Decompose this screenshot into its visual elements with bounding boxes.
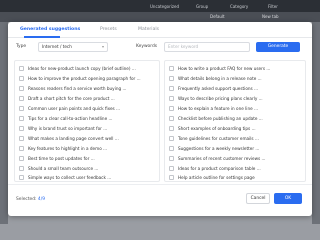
- type-select[interactable]: Internet / tech ▾: [38, 42, 108, 52]
- selected-label: Selected: [16, 197, 36, 202]
- checkbox[interactable]: [19, 106, 24, 111]
- cancel-button[interactable]: Cancel: [246, 193, 270, 204]
- checkbox[interactable]: [19, 126, 24, 131]
- checkbox[interactable]: [169, 166, 174, 171]
- checkbox[interactable]: [19, 136, 24, 141]
- strip-tab[interactable]: Default: [210, 14, 225, 20]
- checkbox[interactable]: [169, 106, 174, 111]
- chevron-down-icon: ▾: [101, 44, 104, 49]
- tab-materials[interactable]: Materials: [138, 22, 159, 38]
- checkbox[interactable]: [169, 175, 174, 180]
- tab-presets[interactable]: Presets: [100, 22, 117, 38]
- modal-tabs: Generated suggestions Presets Materials: [8, 22, 312, 38]
- checkbox[interactable]: [169, 86, 174, 91]
- app-topbar: Uncategorized Group Category Filter: [0, 0, 320, 12]
- top-tab[interactable]: Group: [196, 3, 208, 10]
- checkbox[interactable]: [19, 66, 24, 71]
- selection-count: Selected: 4/9: [16, 197, 45, 202]
- suggestion-list-right: How to write a product FAQ for new users…: [164, 60, 306, 182]
- suggestion-modal: Generated suggestions Presets Materials …: [8, 22, 312, 216]
- checkbox[interactable]: [19, 166, 24, 171]
- strip-tab[interactable]: New tab: [262, 14, 279, 20]
- checkbox[interactable]: [169, 96, 174, 101]
- keyword-placeholder: Enter keyword: [168, 44, 199, 49]
- checkbox[interactable]: [19, 86, 24, 91]
- keyword-label: Keywords: [136, 44, 158, 49]
- generator-form: Type Internet / tech ▾ Keywords Enter ke…: [8, 40, 312, 54]
- checkbox[interactable]: [169, 76, 174, 81]
- keyword-input[interactable]: Enter keyword: [164, 42, 250, 52]
- checkbox[interactable]: [19, 146, 24, 151]
- app-left-edge: [0, 22, 8, 224]
- checkbox[interactable]: [169, 156, 174, 161]
- modal-footer: Selected: 4/9 Cancel OK: [8, 184, 312, 216]
- type-label: Type: [16, 44, 27, 49]
- checkbox[interactable]: [19, 175, 24, 180]
- checkbox[interactable]: [19, 96, 24, 101]
- top-tab[interactable]: Uncategorized: [150, 3, 179, 10]
- app-tab-strip: Default New tab: [0, 12, 320, 22]
- checkbox[interactable]: [169, 146, 174, 151]
- checkbox[interactable]: [169, 136, 174, 141]
- app-right-edge: [312, 22, 320, 224]
- generate-button[interactable]: Generate: [256, 42, 300, 52]
- type-select-value: Internet / tech: [42, 44, 72, 49]
- checkbox[interactable]: [19, 116, 24, 121]
- ok-button[interactable]: OK: [274, 193, 302, 204]
- checkbox[interactable]: [19, 76, 24, 81]
- suggestion-list-left: Ideas for new-product launch copy (brief…: [14, 60, 160, 182]
- checkbox[interactable]: [169, 66, 174, 71]
- top-tab[interactable]: Category: [230, 3, 248, 10]
- active-tab-indicator: [24, 36, 60, 38]
- checkbox[interactable]: [169, 116, 174, 121]
- selected-number: 4/9: [37, 197, 45, 202]
- top-tab[interactable]: Filter: [268, 3, 278, 10]
- checkbox[interactable]: [19, 156, 24, 161]
- checkbox[interactable]: [169, 126, 174, 131]
